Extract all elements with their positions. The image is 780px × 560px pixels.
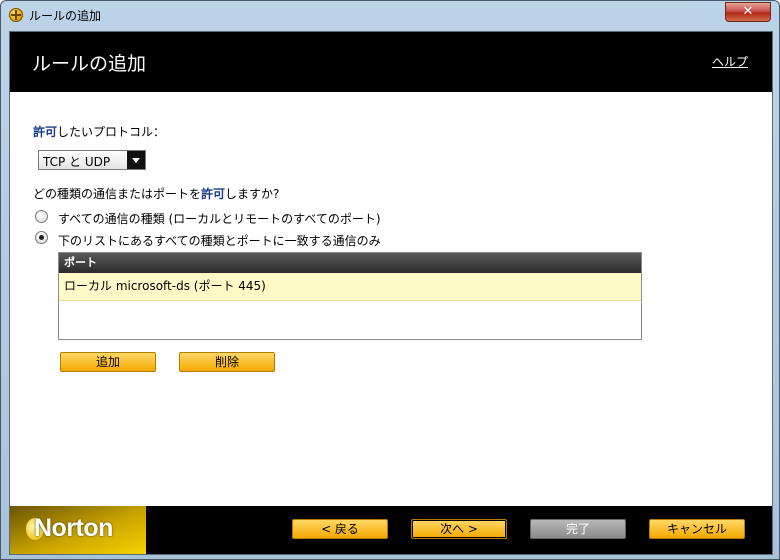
radio-matching-only-label[interactable]: 下のリストにあるすべての種類とポートに一致する通信のみ (58, 232, 381, 249)
help-link[interactable]: ヘルプ (712, 53, 748, 70)
chevron-down-icon[interactable] (127, 151, 145, 169)
header-bar: ルールの追加 ヘルプ (10, 32, 772, 92)
protocol-select-value: TCP と UDP (43, 155, 111, 169)
traffic-question-emphasis: 許可 (201, 187, 226, 201)
finish-button[interactable]: 完了 (530, 519, 626, 539)
dialog-window: ルールの追加 ✕ ルールの追加 ヘルプ 許可したいプロトコル： TCP と UD… (0, 0, 780, 560)
radio-matching-only[interactable] (35, 231, 48, 244)
norton-logo-text: Norton (34, 514, 113, 542)
traffic-question-text-after: しますか? (225, 187, 280, 201)
port-list-header: ポート (59, 253, 641, 273)
radio-all-traffic-label[interactable]: すべての通信の種類 (ローカルとリモートのすべてのポート) (58, 210, 381, 227)
port-list: ポート ローカル microsoft-ds (ポート 445) (58, 252, 642, 340)
title-bar[interactable]: ルールの追加 ✕ (1, 1, 779, 29)
window-title: ルールの追加 (29, 9, 102, 23)
next-button[interactable]: 次へ > (411, 519, 507, 539)
page-title: ルールの追加 (32, 53, 147, 75)
footer-bar: Norton < 戻る 次へ > 完了 キャンセル (10, 506, 772, 554)
protocol-label-text: したいプロトコル： (57, 125, 166, 139)
list-item[interactable]: ローカル microsoft-ds (ポート 445) (59, 273, 641, 301)
back-button[interactable]: < 戻る (292, 519, 388, 539)
protocol-label: 許可したいプロトコル： (33, 123, 165, 140)
dialog-content: ルールの追加 ヘルプ 許可したいプロトコル： TCP と UDP どの種類の通信… (9, 31, 773, 555)
cancel-button[interactable]: キャンセル (649, 519, 745, 539)
norton-app-icon (9, 8, 23, 22)
traffic-question-text-before: どの種類の通信またはポートを (33, 187, 202, 201)
protocol-select[interactable]: TCP と UDP (38, 150, 146, 170)
protocol-label-emphasis: 許可 (33, 125, 58, 139)
close-button[interactable]: ✕ (725, 2, 771, 22)
radio-all-traffic[interactable] (35, 210, 48, 223)
traffic-question: どの種類の通信またはポートを許可しますか? (33, 185, 279, 202)
norton-logo: Norton (10, 506, 146, 554)
delete-button[interactable]: 削除 (179, 352, 275, 372)
add-button[interactable]: 追加 (60, 352, 156, 372)
